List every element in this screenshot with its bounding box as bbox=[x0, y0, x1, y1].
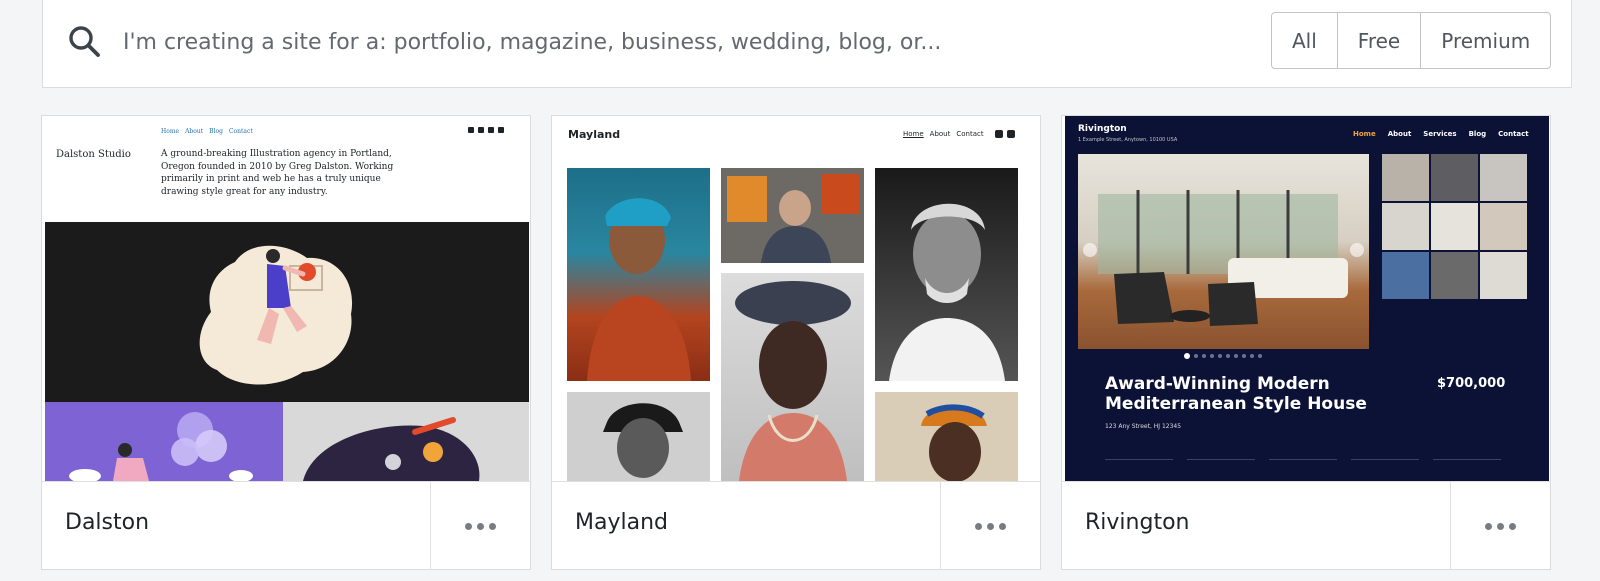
preview-nav-item: Blog bbox=[209, 128, 223, 135]
artist-photo bbox=[721, 168, 864, 263]
preview-nav-item: About bbox=[929, 130, 951, 138]
preview-nav-item: Services bbox=[1423, 130, 1457, 138]
twitter-icon bbox=[1007, 130, 1015, 138]
gallery-thumbnail bbox=[1480, 154, 1527, 201]
portrait-photo bbox=[875, 392, 1018, 481]
instagram-icon bbox=[468, 127, 474, 133]
preview-nav-item: About bbox=[1387, 130, 1412, 138]
theme-name[interactable]: Mayland bbox=[575, 510, 668, 535]
portrait-photo bbox=[721, 273, 864, 481]
basketball-illustration bbox=[199, 245, 353, 385]
theme-preview-dalston[interactable]: Dalston Studio Home About Blog Contact A… bbox=[45, 116, 529, 481]
gallery-thumbnail bbox=[1382, 252, 1429, 299]
pricing-filter: All Free Premium bbox=[1271, 12, 1552, 69]
preview-nav-item: Home bbox=[903, 130, 924, 138]
balloon-illustration bbox=[69, 412, 253, 481]
gallery-thumbnail bbox=[1382, 154, 1429, 201]
abstract-illustration bbox=[303, 417, 480, 481]
card-footer: Mayland bbox=[552, 481, 1040, 570]
preview-nav-item: About bbox=[185, 128, 204, 135]
preview-nav-item: Contact bbox=[228, 128, 253, 135]
preview-intro-text: A ground-breaking Illustration agency in… bbox=[161, 149, 394, 197]
more-icon bbox=[465, 522, 472, 530]
gallery-thumbnail bbox=[1480, 203, 1527, 250]
theme-search-bar: All Free Premium bbox=[42, 0, 1572, 88]
preview-nav-item: Home bbox=[161, 128, 180, 135]
more-options-button[interactable] bbox=[430, 482, 530, 570]
portrait-photo bbox=[567, 168, 710, 381]
carousel-dots[interactable] bbox=[1184, 353, 1262, 359]
preview-nav: Home About Contact bbox=[903, 130, 984, 138]
youtube-icon bbox=[498, 127, 504, 133]
preview-header: Dalston Studio Home About Blog Contact A… bbox=[45, 116, 529, 222]
gallery-thumbnail bbox=[1431, 154, 1478, 201]
theme-card-dalston[interactable]: Dalston Studio Home About Blog Contact A… bbox=[41, 115, 531, 570]
gallery-thumbnail bbox=[1431, 203, 1478, 250]
more-options-button[interactable] bbox=[1450, 482, 1550, 570]
search-icon[interactable] bbox=[67, 24, 101, 58]
twitter-icon bbox=[478, 127, 484, 133]
preview-listing-address: 123 Any Street, HJ 12345 bbox=[1105, 423, 1182, 430]
theme-card-mayland[interactable]: Mayland Home About Contact Mayland bbox=[551, 115, 1041, 570]
card-footer: Dalston bbox=[42, 481, 530, 570]
preview-listing-title: Award-Winning Modern Mediterranean Style… bbox=[1105, 374, 1367, 414]
preview-grey-panel bbox=[283, 402, 529, 481]
preview-listing-price: $700,000 bbox=[1437, 376, 1506, 391]
more-icon bbox=[975, 522, 982, 530]
instagram-icon bbox=[995, 130, 1003, 138]
portrait-photo bbox=[567, 392, 710, 481]
filter-free-button[interactable]: Free bbox=[1338, 13, 1422, 68]
preview-hero-illustration bbox=[45, 222, 529, 402]
living-room-photo bbox=[1078, 154, 1369, 349]
preview-nav-item: Contact bbox=[1498, 130, 1529, 138]
more-options-button[interactable] bbox=[940, 482, 1040, 570]
preview-social-icons bbox=[995, 130, 1015, 138]
preview-nav: Home About Services Blog Contact bbox=[1353, 130, 1529, 138]
preview-brand: Rivington bbox=[1078, 124, 1127, 134]
theme-preview-rivington[interactable]: Rivington 1 Example Street, Anytown, 101… bbox=[1065, 116, 1549, 481]
card-footer: Rivington bbox=[1062, 481, 1550, 570]
facebook-icon bbox=[488, 127, 494, 133]
theme-name[interactable]: Rivington bbox=[1085, 510, 1189, 535]
preview-nav-item: Contact bbox=[956, 130, 984, 138]
preview-social-icons bbox=[468, 127, 504, 133]
preview-purple-panel bbox=[45, 402, 283, 481]
preview-divider-lines bbox=[1105, 459, 1501, 460]
portrait-photo bbox=[875, 168, 1018, 381]
gallery-thumbnail bbox=[1431, 252, 1478, 299]
preview-brand: Dalston Studio bbox=[56, 149, 131, 160]
preview-nav-item: Home bbox=[1353, 130, 1376, 138]
theme-preview-mayland[interactable]: Mayland Home About Contact bbox=[555, 116, 1039, 481]
filter-premium-button[interactable]: Premium bbox=[1421, 13, 1550, 68]
preview-nav-item: Blog bbox=[1468, 130, 1487, 138]
gallery-thumbnail bbox=[1382, 203, 1429, 250]
filter-all-button[interactable]: All bbox=[1272, 13, 1338, 68]
gallery-thumbnail bbox=[1480, 252, 1527, 299]
more-icon bbox=[1485, 522, 1492, 530]
theme-card-rivington[interactable]: Rivington 1 Example Street, Anytown, 101… bbox=[1061, 115, 1551, 570]
theme-name[interactable]: Dalston bbox=[65, 510, 149, 535]
preview-address: 1 Example Street, Anytown, 10100 USA bbox=[1078, 137, 1178, 143]
preview-brand: Mayland bbox=[568, 128, 621, 141]
preview-nav: Home About Blog Contact bbox=[161, 128, 253, 135]
search-input[interactable] bbox=[123, 22, 1183, 62]
